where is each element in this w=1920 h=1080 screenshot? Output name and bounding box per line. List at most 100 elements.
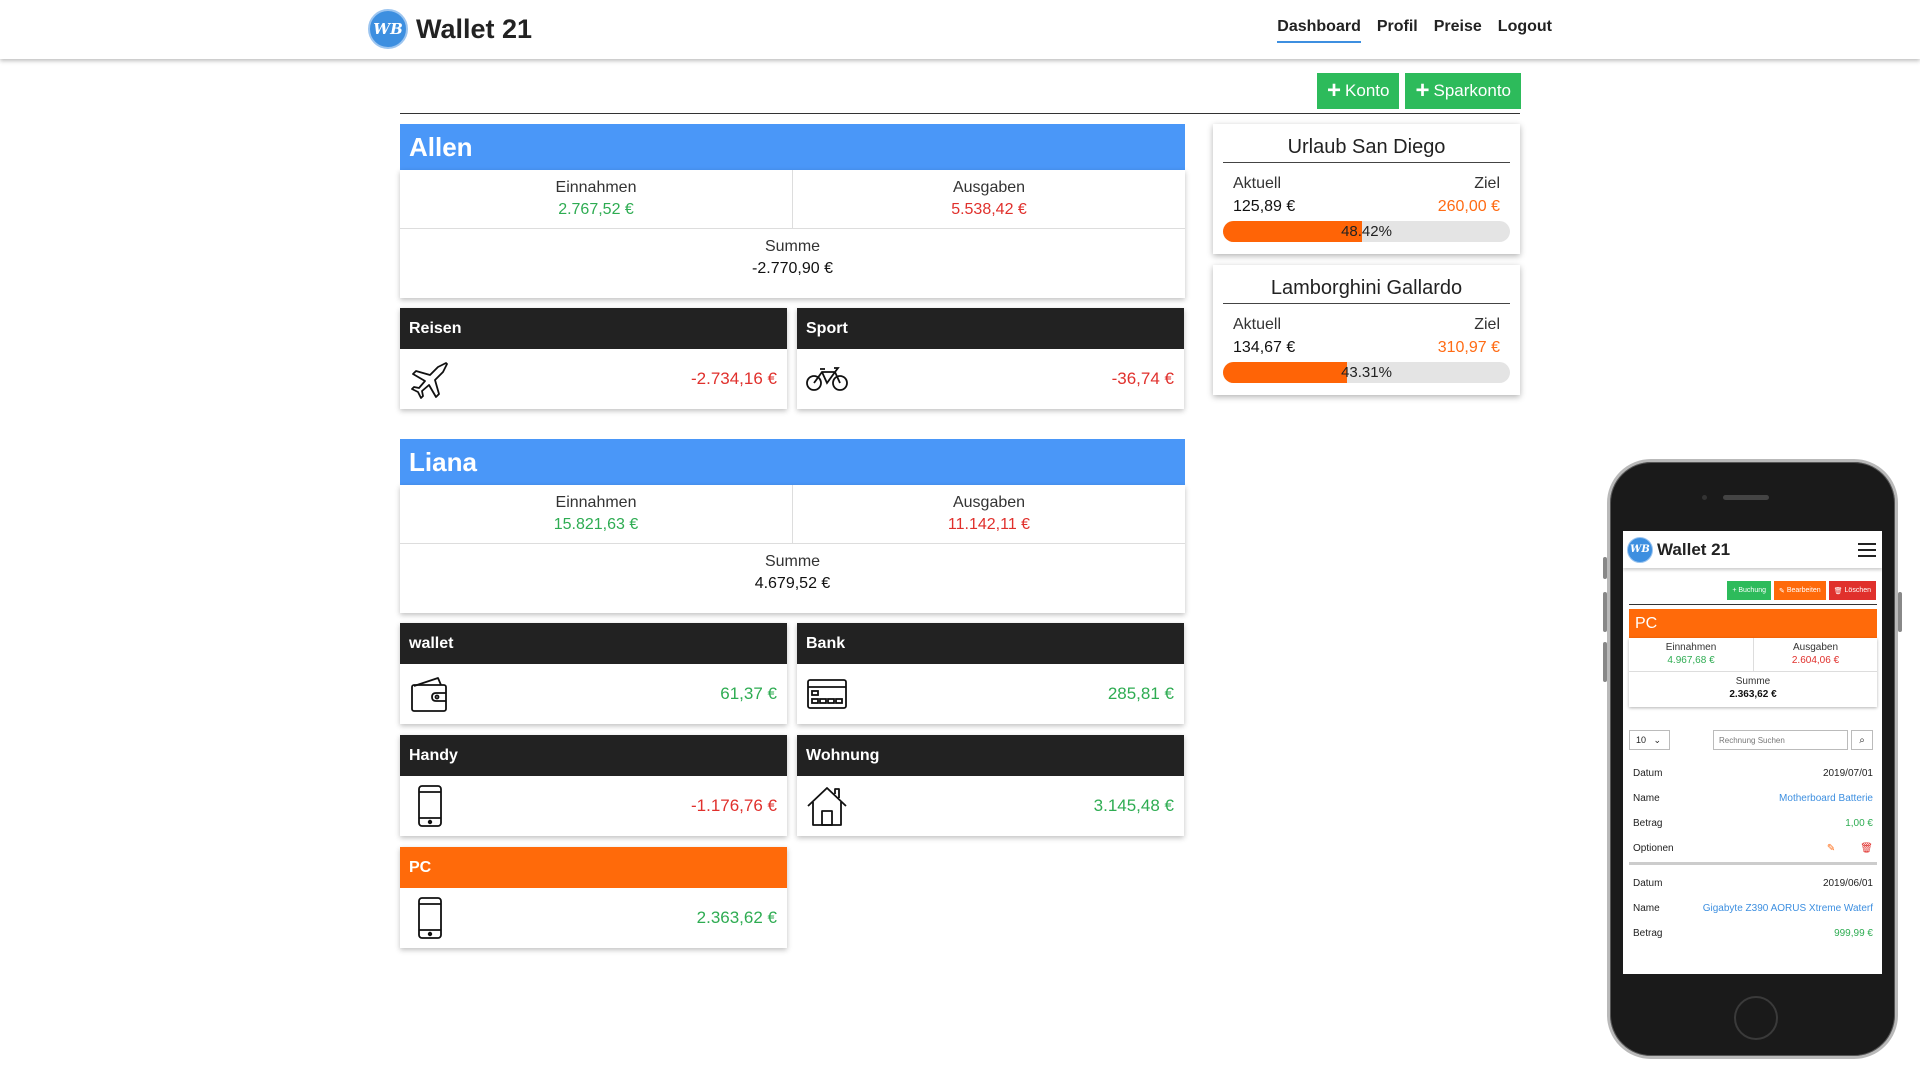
account-name: wallet (400, 623, 787, 664)
mobile-account-header: PC (1629, 609, 1877, 638)
sum-label: Summe (764, 553, 821, 570)
chevron-down-icon: ⌄ (1653, 734, 1662, 745)
wallet-icon (411, 677, 447, 712)
goal-title: Lamborghini Gallardo (1223, 277, 1510, 304)
account-balance: 285,81 € (1107, 684, 1174, 703)
nav-dashboard[interactable]: Dashboard (1277, 18, 1361, 43)
delete-button[interactable]: 🗑 Löschen (1828, 581, 1876, 600)
account-card-bank[interactable]: Bank 285,81 € (797, 623, 1184, 724)
account-balance: 3.145,48 € (1093, 796, 1174, 815)
plus-icon: + (1327, 77, 1342, 104)
invoice-search-input[interactable]: Rechnung Suchen (1713, 730, 1848, 750)
current-value: 125,89 € (1233, 198, 1296, 215)
goal-progress-bar: 43.31% (1223, 362, 1510, 383)
account-name: PC (400, 847, 787, 888)
plus-icon: + (1415, 77, 1430, 104)
divider (400, 113, 1520, 114)
wallet-logo-icon: WB (1627, 536, 1653, 563)
phone-side-button (1603, 557, 1607, 579)
sum-value: -2.770,90 € (752, 260, 833, 277)
target-value: 310,97 € (1437, 339, 1500, 356)
airplane-icon (411, 362, 448, 399)
phone-speaker (1723, 495, 1769, 500)
add-savings-button[interactable]: + Sparkonto (1405, 73, 1521, 109)
delete-label: Löschen (1844, 587, 1871, 594)
bicycle-icon (806, 367, 848, 391)
account-card-reisen[interactable]: Reisen -2.734,16 € (400, 308, 787, 409)
nav-profil[interactable]: Profil (1377, 18, 1418, 43)
savings-goal-card[interactable]: Urlaub San Diego Aktuell Ziel 125,89 € 2… (1213, 124, 1520, 254)
group-header-allen[interactable]: Allen (400, 124, 1185, 170)
income-label: Einnahmen (1665, 642, 1717, 653)
expense-value: 5.538,42 € (951, 201, 1027, 218)
edit-label: Bearbeiten (1786, 587, 1821, 594)
account-name: Bank (797, 623, 1184, 664)
phone-home-button (1734, 996, 1778, 1040)
account-card-sport[interactable]: Sport -36,74 € (797, 308, 1184, 409)
account-card-wohnung[interactable]: Wohnung 3.145,48 € (797, 735, 1184, 836)
account-balance: -36,74 € (1111, 369, 1174, 388)
brand[interactable]: WB Wallet 21 (368, 9, 532, 49)
brand-name: Wallet 21 (416, 13, 533, 44)
entry-options-row: Optionen ✎ 🗑 (1633, 843, 1873, 854)
goal-title: Urlaub San Diego (1223, 136, 1510, 163)
add-booking-button[interactable]: + Buchung (1727, 581, 1772, 600)
entry-amount: 999,99 € (1834, 928, 1873, 939)
search-icon[interactable]: ⌕ (1851, 730, 1873, 750)
summary-divider (1629, 671, 1877, 672)
edit-pencil-icon[interactable]: ✎ (1827, 843, 1835, 854)
expense-cell: Ausgaben 2.604,06 € (1754, 642, 1877, 666)
account-card-handy[interactable]: Handy -1.176,76 € (400, 735, 787, 836)
expense-cell: Ausgaben 5.538,42 € (793, 179, 1185, 219)
hamburger-menu-icon[interactable] (1858, 543, 1876, 561)
smartphone-icon (418, 897, 442, 939)
nav-preise[interactable]: Preise (1434, 18, 1482, 43)
expense-value: 2.604,06 € (1791, 655, 1840, 666)
add-account-label: Konto (1345, 81, 1390, 100)
mobile-action-bar: + Buchung ✎ Bearbeiten 🗑 Löschen (1727, 581, 1876, 600)
account-card-wallet[interactable]: wallet 61,37 € (400, 623, 787, 724)
page-size-select[interactable]: 10 ⌄ (1629, 730, 1670, 750)
income-value: 15.821,63 € (553, 516, 639, 533)
savings-goal-card[interactable]: Lamborghini Gallardo Aktuell Ziel 134,67… (1213, 265, 1520, 395)
income-cell: Einnahmen 4.967,68 € (1629, 642, 1753, 666)
action-bar: + Konto + Sparkonto (1317, 73, 1521, 109)
sum-value: 4.679,52 € (754, 575, 831, 592)
account-card-pc[interactable]: PC 2.363,62 € (400, 847, 787, 948)
progress-percent: 43.31% (1341, 364, 1392, 381)
group-summary-liana: Einnahmen 15.821,63 € Ausgaben 11.142,11… (400, 485, 1185, 613)
income-cell: Einnahmen 15.821,63 € (400, 494, 792, 534)
credit-card-icon (807, 679, 847, 709)
summary-divider (400, 543, 1185, 544)
expense-label: Ausgaben (1792, 642, 1839, 653)
entry-amount-row: Betrag 1,00 € (1633, 818, 1873, 829)
date-label: Datum (1633, 768, 1663, 779)
target-label: Ziel (1474, 316, 1500, 333)
nav-logout[interactable]: Logout (1498, 18, 1552, 43)
phone-camera (1702, 495, 1707, 500)
progress-percent: 48.42% (1341, 223, 1392, 240)
entry-date-row: Datum 2019/07/01 (1633, 768, 1873, 779)
entry-separator (1629, 862, 1877, 865)
entry-amount: 1,00 € (1845, 818, 1873, 829)
entry-amount-row: Betrag 999,99 € (1633, 928, 1873, 939)
current-label: Aktuell (1233, 316, 1282, 333)
entry-name-link[interactable]: Motherboard Batterie (1779, 793, 1873, 804)
expense-cell: Ausgaben 11.142,11 € (793, 494, 1185, 534)
amount-label: Betrag (1633, 928, 1663, 939)
income-label: Einnahmen (555, 179, 637, 196)
amount-label: Betrag (1633, 818, 1663, 829)
current-label: Aktuell (1233, 175, 1282, 192)
options-label: Optionen (1633, 843, 1674, 854)
entry-name-link[interactable]: Gigabyte Z390 AORUS Xtreme Waterf (1703, 903, 1873, 914)
group-header-liana[interactable]: Liana (400, 439, 1185, 485)
account-name: Reisen (400, 308, 787, 349)
edit-button[interactable]: ✎ Bearbeiten (1774, 581, 1826, 600)
expense-value: 11.142,11 € (947, 516, 1031, 533)
add-account-button[interactable]: + Konto (1317, 73, 1400, 109)
account-balance: 2.363,62 € (696, 908, 777, 927)
account-name: Sport (797, 308, 1184, 349)
trash-icon[interactable]: 🗑 (1860, 843, 1873, 854)
expense-label: Ausgaben (952, 494, 1026, 511)
wallet-logo-icon: WB (368, 9, 408, 49)
